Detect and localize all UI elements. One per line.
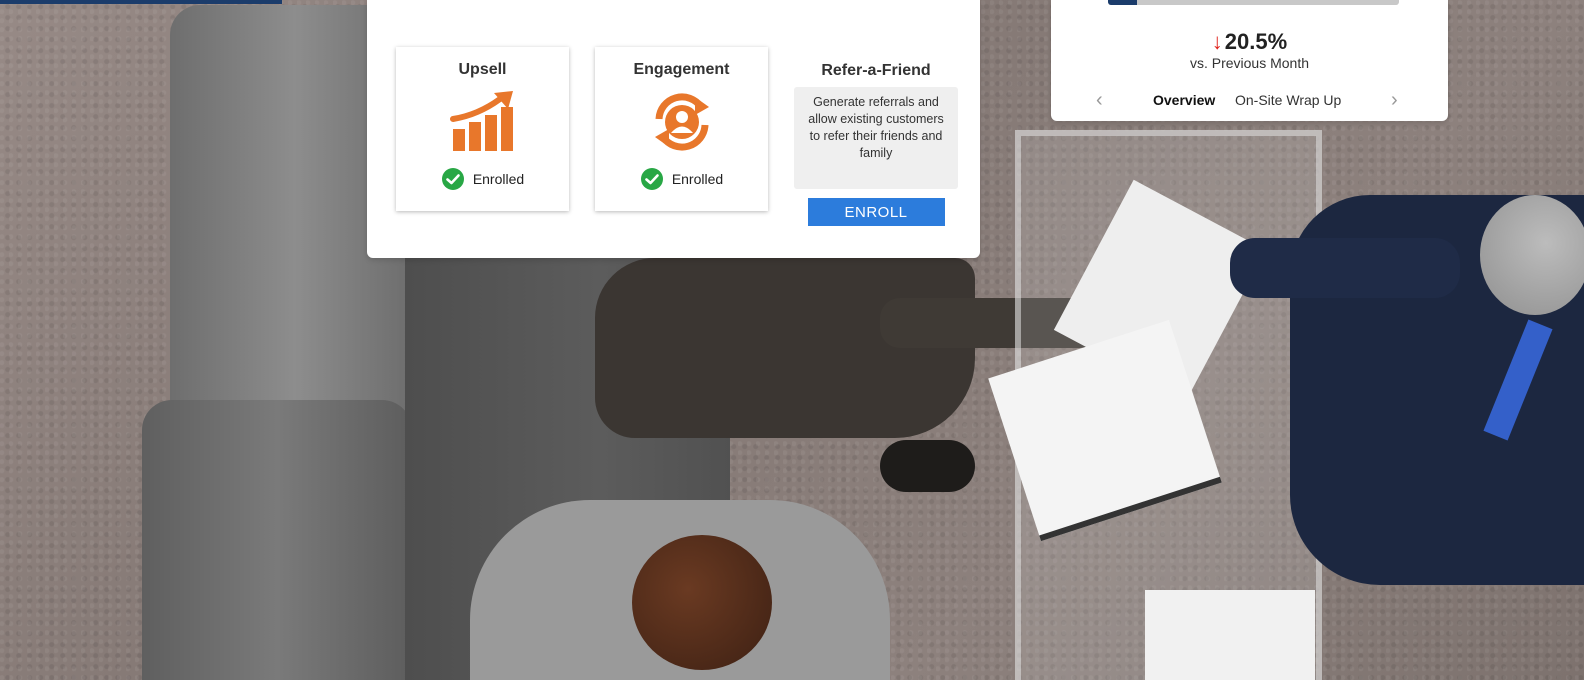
check-circle-icon xyxy=(640,168,663,190)
metric-carousel-nav: ‹ Overview On-Site Wrap Up › xyxy=(1051,90,1448,110)
enroll-button[interactable]: ENROLL xyxy=(807,198,945,226)
refer-a-friend-section: Refer-a-Friend Generate referrals and al… xyxy=(794,47,958,226)
refer-description: Generate referrals and allow existing cu… xyxy=(794,87,958,189)
check-circle-icon xyxy=(441,168,464,190)
upsell-tile[interactable]: Upsell Enrolled xyxy=(396,47,569,211)
progress-fill xyxy=(1108,0,1138,5)
paper-sheet xyxy=(1145,590,1315,680)
comparison-label: vs. Previous Month xyxy=(1189,55,1310,71)
enrolled-label: Enrolled xyxy=(671,171,724,187)
sofa-cushion xyxy=(142,400,412,680)
enrolled-status: Enrolled xyxy=(595,167,768,191)
programs-card: Upsell Enrolled Engagement Enrolled Refe… xyxy=(367,0,980,258)
tab-overview[interactable]: Overview xyxy=(1153,92,1215,108)
growth-chart-icon xyxy=(449,91,513,151)
chevron-left-icon[interactable]: ‹ xyxy=(1096,90,1103,110)
businessman-right-head xyxy=(1480,195,1584,315)
businessman-left-shoe xyxy=(880,440,975,492)
refer-title: Refer-a-Friend xyxy=(821,62,931,79)
engagement-tile[interactable]: Engagement Enrolled xyxy=(595,47,768,211)
businessman-left xyxy=(595,258,975,438)
enrolled-status: Enrolled xyxy=(396,167,569,191)
progress-bar xyxy=(1108,0,1399,5)
businessman-right-arm xyxy=(1230,238,1460,298)
arrow-down-icon: ↓ xyxy=(1211,29,1223,54)
businessman-bottom-head xyxy=(632,535,772,670)
engagement-cycle-icon xyxy=(654,93,709,151)
change-value: 20.5% xyxy=(1224,29,1288,54)
metric-card: ↓20.5% vs. Previous Month ‹ Overview On-… xyxy=(1051,0,1448,121)
tile-title: Upsell xyxy=(458,61,507,78)
header-accent-strip xyxy=(0,0,282,4)
tab-on-site-wrap-up[interactable]: On-Site Wrap Up xyxy=(1235,92,1341,108)
metric-change: ↓20.5% xyxy=(1051,29,1448,55)
tile-title: Engagement xyxy=(633,61,730,78)
enrolled-label: Enrolled xyxy=(472,171,525,187)
chevron-right-icon[interactable]: › xyxy=(1391,90,1398,110)
